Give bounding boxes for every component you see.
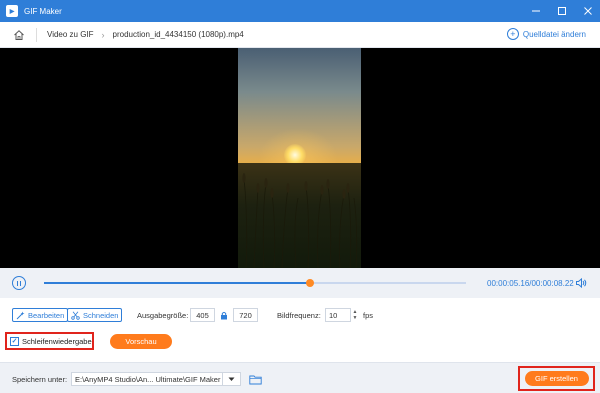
output-size-label: Ausgabegröße: [137, 311, 189, 320]
volume-icon[interactable] [574, 276, 588, 290]
scissors-icon [71, 311, 80, 320]
framerate-label: Bildfrequenz: [277, 311, 321, 320]
title-bar: ▶ GIF Maker [0, 0, 600, 22]
edit-button[interactable]: Bearbeiten [12, 308, 69, 322]
chevron-down-icon[interactable]: ▼ [353, 315, 358, 321]
video-preview [0, 48, 600, 268]
breadcrumb-file-name: production_id_4434150 (1080p).mp4 [112, 30, 244, 39]
change-source-label: Quelldatei ändern [522, 29, 586, 39]
output-width-field[interactable]: 405 [190, 308, 215, 322]
create-gif-highlight: GIF erstellen [518, 366, 595, 391]
lock-icon[interactable] [219, 310, 229, 320]
maximize-icon[interactable] [556, 5, 568, 17]
chevron-right-icon: › [101, 29, 105, 40]
preview-button[interactable]: Vorschau [110, 334, 172, 349]
progress-fill [44, 282, 310, 284]
close-icon[interactable] [582, 5, 594, 17]
save-to-label: Speichern unter: [12, 375, 68, 384]
loop-checkbox[interactable]: ✓ [10, 336, 19, 346]
nav-divider [36, 27, 37, 42]
progress-track[interactable] [44, 279, 466, 287]
fps-unit-label: fps [363, 311, 374, 320]
magic-wand-icon [16, 311, 25, 319]
create-gif-button[interactable]: GIF erstellen [524, 371, 589, 386]
playback-bar: 00:00:05.16/00:00:08.22 [0, 268, 600, 298]
pause-button[interactable] [12, 276, 26, 290]
save-path-field[interactable]: E:\AnyMP4 Studio\An... Ultimate\GIF Make… [71, 372, 223, 386]
framerate-stepper[interactable]: ▲ ▼ [351, 308, 359, 322]
window-controls [530, 0, 594, 22]
add-circle-icon: + [506, 28, 519, 40]
pause-bar-icon [16, 280, 19, 286]
save-path-dropdown[interactable] [223, 372, 241, 386]
loop-option: ✓ Schleifenwiedergabe [5, 332, 94, 350]
folder-icon[interactable] [248, 373, 262, 385]
caret-down-icon [228, 377, 235, 381]
reeds-image [242, 173, 358, 268]
minimize-icon[interactable] [530, 5, 542, 17]
progress-handle[interactable] [305, 279, 314, 287]
gif-settings-panel: Bearbeiten Schneiden Ausgabegröße: 405 7… [0, 298, 600, 362]
cut-button[interactable]: Schneiden [67, 308, 123, 322]
window-title: GIF Maker [24, 6, 62, 16]
app-logo-icon: ▶ [6, 5, 18, 17]
change-source-button[interactable]: + Quelldatei ändern [506, 28, 586, 40]
video-frame [238, 48, 361, 268]
home-icon[interactable] [12, 28, 26, 42]
footer-bar: Speichern unter: E:\AnyMP4 Studio\An... … [0, 362, 600, 393]
breadcrumb-section[interactable]: Video zu GIF [47, 30, 94, 39]
time-display: 00:00:05.16/00:00:08.22 [487, 279, 574, 288]
pause-bar-icon [19, 280, 22, 286]
framerate-field[interactable]: 10 [325, 308, 351, 322]
edit-label: Bearbeiten [28, 310, 65, 320]
cut-label: Schneiden [83, 310, 119, 320]
loop-label: Schleifenwiedergabe [22, 336, 92, 346]
output-height-field[interactable]: 720 [233, 308, 258, 322]
breadcrumb-bar: Video zu GIF › production_id_4434150 (10… [0, 22, 600, 48]
